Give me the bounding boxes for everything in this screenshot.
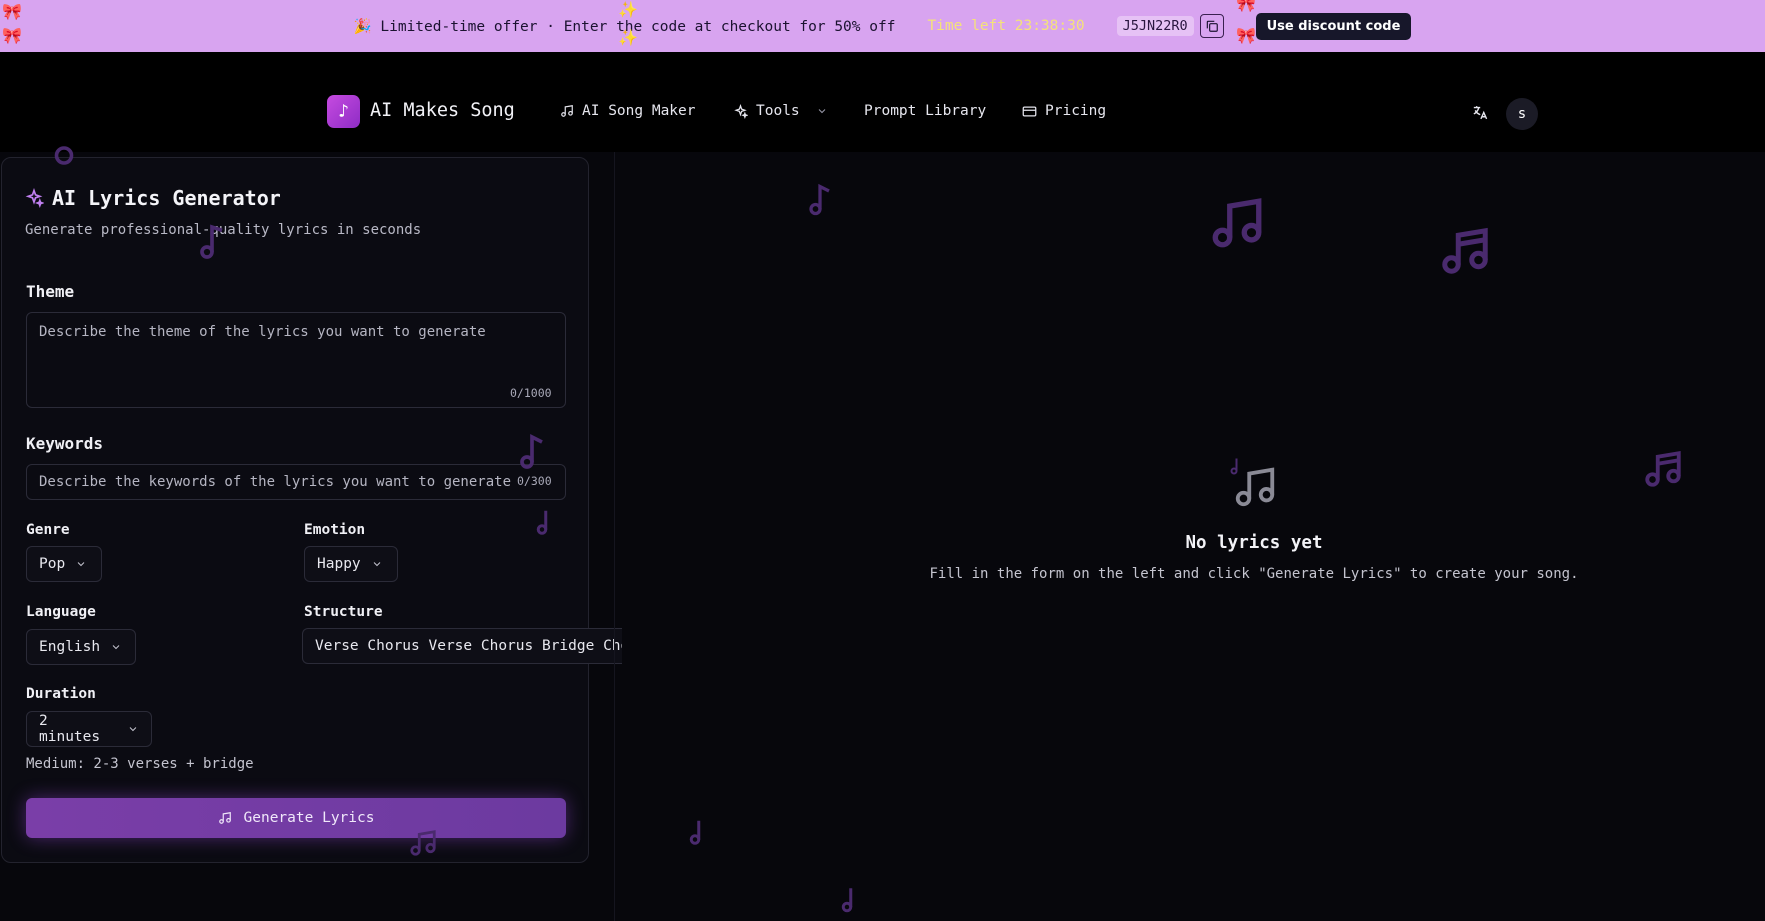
- chevron-down-icon: [112, 645, 120, 650]
- duration-label: Duration: [26, 686, 96, 702]
- note-decoration-icon: [841, 888, 853, 913]
- nav-prompt-library[interactable]: Prompt Library: [864, 103, 986, 119]
- music-icon: [218, 812, 231, 824]
- sparkles-icon: [734, 103, 748, 119]
- note-decoration-icon: [1645, 450, 1681, 487]
- nav-label: Prompt Library: [864, 103, 987, 119]
- theme-label: Theme: [26, 282, 75, 301]
- nav-label: AI Song Maker: [582, 103, 696, 119]
- keywords-label: Keywords: [26, 434, 104, 453]
- nav-label: Tools: [756, 103, 800, 119]
- note-decoration-icon: [520, 434, 543, 469]
- discount-code[interactable]: J5JN22R0: [1116, 16, 1194, 36]
- empty-state-title: No lyrics yet: [1185, 533, 1323, 553]
- copy-icon: [1206, 20, 1218, 32]
- note-decoration-icon: [1212, 198, 1262, 248]
- form-title-text: AI Lyrics Generator: [52, 186, 281, 210]
- sparkle-icon: ✨: [618, 28, 638, 47]
- copy-code-button[interactable]: [1199, 14, 1224, 38]
- note-decoration-icon: [536, 510, 548, 535]
- language-select[interactable]: English: [26, 629, 136, 665]
- lyrics-form-panel: AI Lyrics Generator Generate professiona…: [1, 157, 589, 863]
- sparkles-icon: [25, 188, 44, 208]
- ribbon-icon: 🎀: [1236, 0, 1256, 13]
- nav-tools[interactable]: Tools: [733, 103, 828, 119]
- note-decoration-icon: [809, 183, 830, 216]
- note-decoration-icon: [689, 820, 701, 845]
- theme-textarea[interactable]: Describe the theme of the lyrics you wan…: [26, 312, 566, 408]
- note-decoration-icon: [200, 224, 223, 259]
- note-decoration-icon: [410, 830, 436, 856]
- note-decoration-icon: [1442, 227, 1488, 274]
- promo-banner: 🎀 🎀 ✨ ✨ 🎀 🎀 🎉 Limited-time offer · Enter…: [0, 0, 1765, 52]
- countdown-timer: Time left 23:38:30: [927, 18, 1085, 34]
- keywords-input[interactable]: Describe the keywords of the lyrics you …: [26, 464, 566, 500]
- note-decoration-icon: [54, 146, 74, 165]
- nav-pricing[interactable]: Pricing: [1022, 103, 1106, 119]
- brand-name[interactable]: AI Makes Song: [370, 100, 515, 121]
- duration-value: 2 minutes: [39, 713, 101, 745]
- language-value: English: [39, 639, 101, 655]
- user-avatar[interactable]: s: [1506, 98, 1538, 130]
- duration-select[interactable]: 2 minutes: [26, 711, 152, 747]
- top-navbar: ♪ AI Makes Song AI Song Maker Tools Prom…: [0, 52, 1765, 152]
- language-button[interactable]: [1468, 101, 1490, 123]
- translate-icon: [1472, 105, 1487, 119]
- chevron-down-icon: [818, 109, 826, 114]
- generate-button-label: Generate Lyrics: [243, 810, 375, 826]
- note-decoration-icon: [1230, 458, 1238, 475]
- nav-label: Pricing: [1045, 103, 1107, 119]
- music-icon: [561, 105, 573, 117]
- logo-icon[interactable]: ♪: [327, 95, 360, 128]
- generate-lyrics-button[interactable]: Generate Lyrics: [26, 798, 566, 838]
- use-discount-code-button[interactable]: Use discount code: [1255, 12, 1412, 40]
- duration-hint: Medium: 2-3 verses + bridge: [26, 756, 254, 772]
- credit-card-icon: [1022, 106, 1037, 116]
- theme-char-counter: 0/1000: [510, 386, 552, 400]
- ribbon-icon: 🎀: [2, 26, 22, 45]
- structure-select[interactable]: Verse Chorus Verse Chorus Bridge Chorus: [302, 628, 622, 664]
- language-label: Language: [26, 604, 96, 620]
- chevron-down-icon: [129, 727, 137, 732]
- ribbon-icon: 🎀: [1236, 26, 1256, 45]
- empty-state-message: Fill in the form on the left and click "…: [929, 566, 1579, 582]
- structure-label: Structure: [304, 604, 383, 620]
- nav-ai-song-maker[interactable]: AI Song Maker: [560, 103, 696, 119]
- form-title: AI Lyrics Generator: [24, 186, 281, 210]
- keywords-char-counter: 0/300: [517, 474, 552, 488]
- sparkle-icon: ✨: [618, 0, 638, 19]
- ribbon-icon: 🎀: [2, 2, 22, 21]
